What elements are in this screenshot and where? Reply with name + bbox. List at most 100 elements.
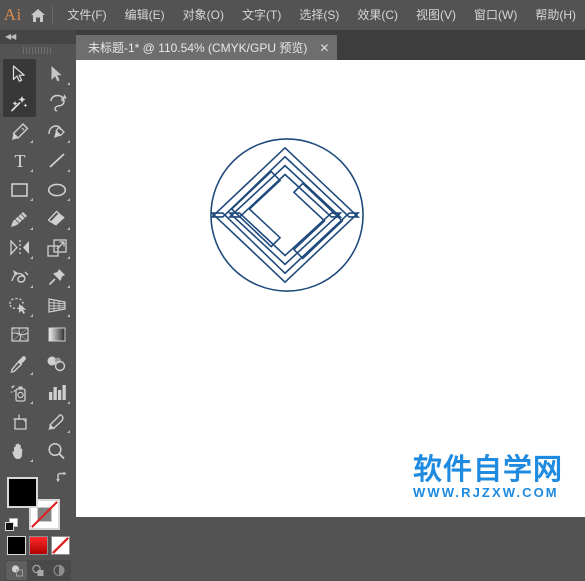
hand-tool[interactable] — [3, 436, 36, 465]
tools-panel: ◀◀ T — [0, 30, 76, 581]
document-tab[interactable]: 未标题-1* @ 110.54% (CMYK/GPU 预览) ✕ — [76, 35, 338, 60]
tools-panel-header[interactable]: ◀◀ — [0, 30, 76, 44]
pen-icon — [11, 122, 28, 140]
fill-stroke-controls — [5, 471, 71, 533]
collapse-panel-icon[interactable]: ◀◀ — [5, 33, 16, 41]
draw-behind-button[interactable] — [27, 561, 48, 580]
rectangle-icon — [11, 183, 28, 197]
draw-inside-button[interactable] — [49, 561, 70, 580]
line-diagonal-icon — [48, 153, 65, 168]
scale-tool[interactable] — [40, 233, 73, 262]
menu-bar: Ai 文件(F) 编辑(E) 对象(O) 文字(T) 选择(S) 效果(C) 视… — [0, 0, 585, 30]
pen-tool[interactable] — [3, 117, 36, 146]
eyedropper-icon — [10, 355, 26, 373]
magic-wand-tool[interactable] — [3, 88, 36, 117]
watermark-chinese: 软件自学网 — [412, 452, 563, 487]
watermark: 软件自学网 WWW.RJZXW.COM — [413, 454, 563, 500]
magic-wand-icon — [11, 95, 28, 111]
symbol-sprayer-tool[interactable] — [3, 378, 36, 407]
blend-tool[interactable] — [40, 349, 73, 378]
none-slash-icon — [51, 537, 69, 554]
menu-window[interactable]: 窗口(W) — [465, 0, 526, 30]
color-mode-button[interactable] — [6, 536, 26, 555]
gradient-icon — [48, 327, 65, 342]
width-warp-tool[interactable] — [3, 262, 36, 291]
flyout-indicator — [30, 227, 33, 230]
reflect-icon — [9, 239, 29, 256]
close-icon[interactable]: ✕ — [315, 41, 333, 55]
menu-item-list: 文件(F) 编辑(E) 对象(O) 文字(T) 选择(S) 效果(C) 视图(V… — [58, 0, 585, 30]
none-mode-button[interactable] — [50, 536, 70, 555]
illustrator-window: Ai 文件(F) 编辑(E) 对象(O) 文字(T) 选择(S) 效果(C) 视… — [0, 0, 585, 581]
eraser-tool[interactable] — [40, 204, 73, 233]
flyout-indicator — [67, 169, 70, 172]
shape-builder-icon — [9, 297, 27, 314]
arrow-solid-icon — [12, 64, 25, 82]
flyout-indicator — [67, 314, 70, 317]
reflect-rotate-tool[interactable] — [3, 233, 36, 262]
artboard-tool[interactable] — [3, 407, 36, 436]
draw-normal-icon — [11, 565, 23, 577]
home-button[interactable] — [26, 0, 50, 30]
document-canvas[interactable]: 软件自学网 WWW.RJZXW.COM — [76, 60, 585, 517]
rectangle-tool[interactable] — [3, 175, 36, 204]
flyout-indicator — [67, 82, 70, 85]
gradient-mode-button[interactable] — [28, 536, 48, 555]
flyout-indicator — [30, 372, 33, 375]
menu-help[interactable]: 帮助(H) — [526, 0, 585, 30]
flyout-indicator — [30, 169, 33, 172]
slice-tool[interactable] — [40, 407, 73, 436]
fill-swatch[interactable] — [7, 477, 38, 508]
curvature-pen-icon — [48, 124, 65, 138]
flyout-indicator — [67, 198, 70, 201]
flyout-indicator — [30, 140, 33, 143]
app-logo: Ai — [3, 5, 22, 24]
shape-builder-tool[interactable] — [3, 291, 36, 320]
default-fill-stroke-icon[interactable] — [5, 518, 18, 531]
menu-type[interactable]: 文字(T) — [233, 0, 290, 30]
swap-fill-stroke-icon[interactable] — [55, 471, 69, 485]
flyout-indicator — [30, 314, 33, 317]
free-transform-tool[interactable] — [40, 262, 73, 291]
menu-object[interactable]: 对象(O) — [174, 0, 233, 30]
mesh-icon — [10, 327, 29, 342]
paintbrush-tool[interactable] — [3, 204, 36, 233]
menu-edit[interactable]: 编辑(E) — [116, 0, 174, 30]
draw-normal-button[interactable] — [6, 561, 28, 580]
curvature-tool[interactable] — [40, 117, 73, 146]
zoom-tool[interactable] — [40, 436, 73, 465]
magnifier-icon — [48, 442, 65, 459]
geometric-s-logo[interactable] — [208, 136, 366, 294]
flyout-indicator — [30, 285, 33, 288]
column-graph-tool[interactable] — [40, 378, 73, 407]
type-tool[interactable]: T — [3, 146, 36, 175]
document-tab-bar: 未标题-1* @ 110.54% (CMYK/GPU 预览) ✕ — [76, 30, 585, 60]
menu-view[interactable]: 视图(V) — [407, 0, 465, 30]
ellipse-tool[interactable] — [40, 175, 73, 204]
selection-tool[interactable] — [3, 59, 36, 88]
perspective-grid-icon — [47, 298, 66, 313]
logo-circle — [210, 138, 364, 292]
line-segment-tool[interactable] — [40, 146, 73, 175]
color-mode-row — [0, 536, 76, 555]
artboard-icon — [13, 414, 27, 430]
mesh-tool[interactable] — [3, 320, 36, 349]
lasso-tool[interactable] — [40, 88, 73, 117]
tools-panel-grip[interactable] — [0, 44, 76, 57]
eyedropper-tool[interactable] — [3, 349, 36, 378]
flyout-indicator — [30, 459, 33, 462]
bar-chart-icon — [48, 385, 66, 400]
flyout-indicator — [67, 430, 70, 433]
flyout-indicator — [30, 256, 33, 259]
flyout-indicator — [30, 401, 33, 404]
flyout-indicator — [67, 285, 70, 288]
gradient-tool[interactable] — [40, 320, 73, 349]
flyout-indicator — [67, 401, 70, 404]
perspective-grid-tool[interactable] — [40, 291, 73, 320]
menu-effect[interactable]: 效果(C) — [348, 0, 407, 30]
direct-selection-tool[interactable] — [40, 59, 73, 88]
menu-select[interactable]: 选择(S) — [290, 0, 348, 30]
watermark-url: WWW.RJZXW.COM — [412, 484, 559, 500]
paintbrush-icon — [11, 211, 27, 227]
menu-file[interactable]: 文件(F) — [58, 0, 115, 30]
